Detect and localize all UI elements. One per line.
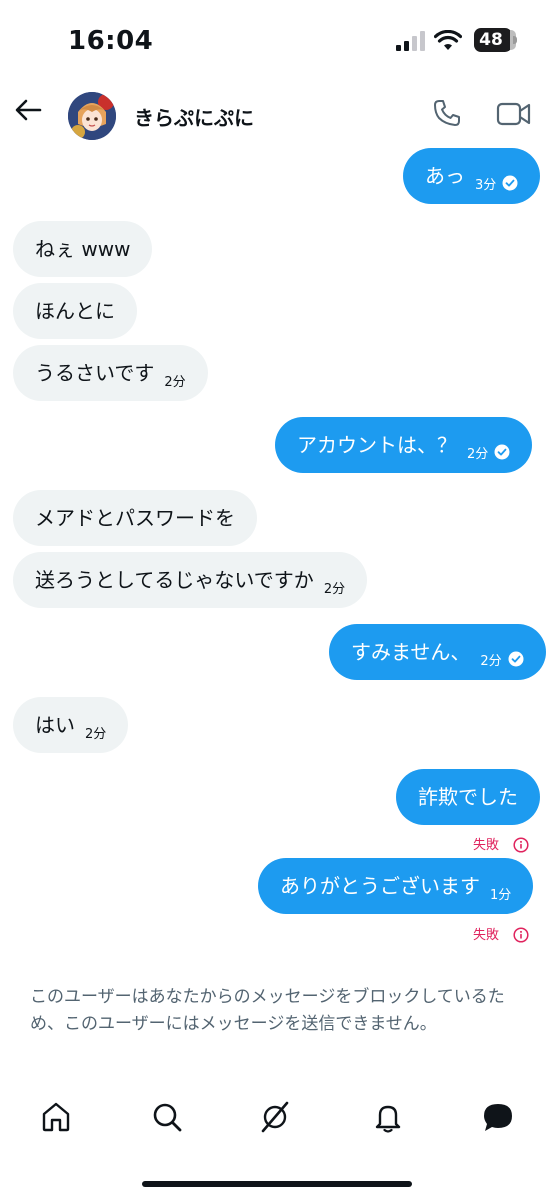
- message-text: 送ろうとしてるじゃないですか: [35, 568, 314, 592]
- battery-level: 48: [479, 30, 503, 50]
- incoming-message[interactable]: うるさいです 2分: [13, 345, 208, 401]
- sent-check-icon: [502, 175, 518, 191]
- avatar-illustration: [68, 92, 116, 140]
- message-text: アカウントは、？: [297, 433, 457, 457]
- incoming-message[interactable]: メアドとパスワードを: [13, 490, 257, 546]
- outgoing-message[interactable]: アカウントは、？ 2分: [275, 417, 533, 473]
- battery-indicator: 48: [474, 28, 518, 52]
- message-time: 2分: [480, 654, 502, 669]
- incoming-message[interactable]: ほんとに: [13, 283, 137, 339]
- bottom-navigation: [0, 1088, 554, 1148]
- sent-check-icon: [508, 651, 524, 667]
- message-text: メアドとパスワードを: [35, 506, 235, 530]
- error-info-icon[interactable]: [513, 927, 529, 943]
- message-time: 1分: [490, 888, 512, 903]
- incoming-message[interactable]: はい 2分: [13, 697, 129, 753]
- message-text: はい: [35, 713, 75, 737]
- send-failed-status[interactable]: 失敗: [473, 834, 529, 853]
- message-text: ほんとに: [35, 299, 115, 323]
- sent-check-icon: [494, 444, 510, 460]
- wifi-icon: [434, 30, 462, 50]
- outgoing-message-failed[interactable]: 詐欺でした: [396, 769, 540, 825]
- outgoing-message-failed[interactable]: ありがとうございます 1分: [258, 858, 534, 914]
- outgoing-message[interactable]: すみません、 2分: [329, 624, 546, 680]
- battery-cap: [513, 36, 517, 44]
- notifications-icon[interactable]: [371, 1100, 405, 1134]
- messages-icon[interactable]: [481, 1100, 515, 1134]
- failed-label: 失敗: [473, 838, 500, 853]
- incoming-message[interactable]: 送ろうとしてるじゃないですか 2分: [13, 552, 368, 608]
- error-info-icon[interactable]: [513, 837, 529, 853]
- back-arrow-icon[interactable]: [12, 94, 44, 126]
- message-time: 2分: [467, 447, 489, 462]
- message-text: あっ: [425, 164, 465, 188]
- message-text: 詐欺でした: [418, 785, 518, 809]
- contact-avatar[interactable]: [68, 92, 116, 140]
- message-text: ありがとうございます: [280, 874, 480, 898]
- message-text: すみません、: [351, 640, 471, 664]
- outgoing-message[interactable]: あっ 3分: [403, 148, 541, 204]
- message-time: 3分: [475, 178, 497, 193]
- search-icon[interactable]: [150, 1100, 184, 1134]
- clock: 16:04: [68, 26, 154, 56]
- video-call-icon[interactable]: [496, 100, 532, 128]
- home-indicator: [142, 1181, 412, 1187]
- incoming-message[interactable]: ねぇ www: [13, 221, 153, 277]
- home-icon[interactable]: [39, 1100, 73, 1134]
- message-time: 2分: [85, 727, 107, 742]
- grok-icon[interactable]: [258, 1100, 292, 1134]
- status-bar: 16:04 48: [0, 0, 554, 80]
- blocked-notice: このユーザーはあなたからのメッセージをブロックしているため、このユーザーにはメッ…: [30, 987, 505, 1034]
- phone-call-icon[interactable]: [432, 98, 462, 128]
- message-time: 2分: [164, 375, 186, 390]
- message-time: 2分: [323, 582, 346, 597]
- send-failed-status[interactable]: 失敗: [473, 924, 529, 943]
- message-text: うるさいです: [35, 361, 155, 385]
- contact-name[interactable]: きらぷにぷに: [134, 102, 254, 131]
- conversation-header: きらぷにぷに: [0, 80, 554, 150]
- message-text: ねぇ www: [35, 237, 131, 261]
- cellular-signal-icon: [396, 31, 425, 51]
- failed-label: 失敗: [473, 928, 500, 943]
